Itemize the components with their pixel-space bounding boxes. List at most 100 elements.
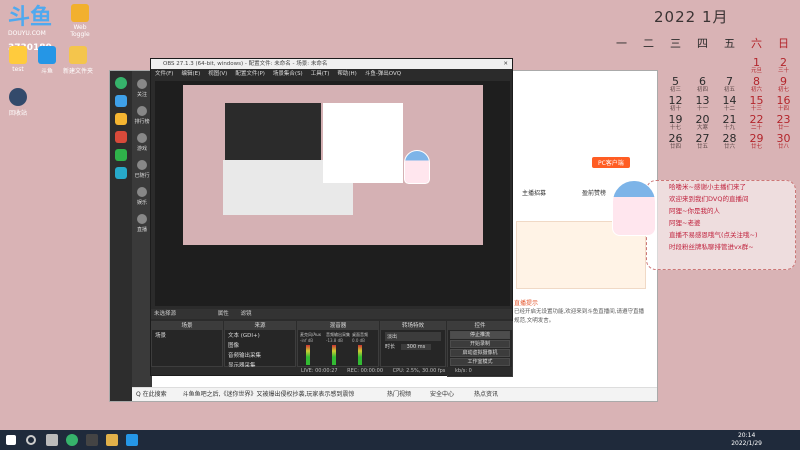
calendar-day: [716, 57, 743, 76]
start-recording-button[interactable]: 开始录制: [450, 340, 510, 348]
calendar-day[interactable]: 16 十四: [770, 95, 797, 114]
calendar-day: [662, 152, 689, 171]
calendar-day[interactable]: 12 初十: [662, 95, 689, 114]
calendar-day[interactable]: 29 廿七: [743, 133, 770, 152]
notice-title: 直播提示: [514, 300, 539, 307]
task-view-icon[interactable]: [46, 434, 58, 446]
calendar-day[interactable]: 19 十七: [662, 114, 689, 133]
search-icon[interactable]: [26, 435, 36, 445]
news-ticker[interactable]: 斗鱼鱼吧之后,《迷你世界》又被爆出侵权抄袭,玩家表示感到震惊: [183, 391, 355, 398]
calendar-day[interactable]: 15 十三: [743, 95, 770, 114]
calendar-lunar-date: 十四: [777, 106, 789, 112]
calendar-day[interactable]: 5 初三: [662, 76, 689, 95]
sidebar-item-live[interactable]: 直播: [132, 214, 152, 233]
properties-button[interactable]: 属性: [218, 311, 229, 317]
transition-duration-row: 时长 300 ms: [385, 343, 441, 350]
desktop-icon-web-toggle[interactable]: Web Toggle: [63, 4, 97, 38]
obs-preview[interactable]: [155, 81, 510, 306]
virtual-camera-button[interactable]: 启动虚拟摄像机: [450, 349, 510, 357]
search-hint[interactable]: Q 在此搜索: [136, 391, 167, 398]
source-item[interactable]: 音频输出采集: [225, 350, 295, 360]
menu-douyu[interactable]: 斗鱼-弹出OVQ: [365, 69, 401, 79]
sidebar-item-follow[interactable]: 关注: [132, 79, 152, 98]
source-item[interactable]: 图像: [225, 340, 295, 350]
calendar-day[interactable]: 21 十九: [716, 114, 743, 133]
status-item[interactable]: 热点资讯: [474, 388, 498, 401]
app-icon[interactable]: [115, 113, 127, 125]
preview-desktop-capture: [183, 85, 483, 245]
app-icon[interactable]: [115, 149, 127, 161]
calendar-day[interactable]: 14 十二: [716, 95, 743, 114]
desktop-icon-label: 新建文件夹: [62, 68, 93, 75]
clock[interactable]: 20:14 2022/1/29: [731, 432, 762, 448]
desktop-icon-recycle-bin[interactable]: 回收站: [1, 88, 35, 117]
status-item[interactable]: 安全中心: [430, 388, 454, 401]
obs-window[interactable]: OBS 27.1.3 (64-bit, windows) - 配置文件: 未命名…: [150, 58, 513, 377]
taskbar-app-icon[interactable]: [66, 434, 78, 446]
menu-tools[interactable]: 工具(T): [311, 69, 330, 79]
transition-duration-input[interactable]: 300 ms: [400, 344, 432, 350]
pc-client-badge[interactable]: PC客户端: [592, 157, 630, 168]
menu-view[interactable]: 视图(V): [208, 69, 227, 79]
calendar-lunar-date: 二十: [750, 125, 762, 131]
menu-profile[interactable]: 配置文件(P): [235, 69, 265, 79]
calendar-day[interactable]: 20 大寒: [689, 114, 716, 133]
menu-edit[interactable]: 编辑(E): [181, 69, 200, 79]
stop-streaming-button[interactable]: 停止推流: [450, 331, 510, 339]
menu-file[interactable]: 文件(F): [155, 69, 173, 79]
calendar-day[interactable]: 27 廿五: [689, 133, 716, 152]
menu-scene-collection[interactable]: 场景集合(S): [273, 69, 303, 79]
calendar-day[interactable]: 1 元旦: [743, 57, 770, 76]
calendar-weekday: 六: [751, 37, 762, 50]
app-icon[interactable]: [115, 77, 127, 89]
anchor-recruit[interactable]: 主播招募: [522, 188, 546, 197]
studio-mode-button[interactable]: 工作室模式: [450, 358, 510, 366]
taskbar-app-icon[interactable]: [126, 434, 138, 446]
calendar-day[interactable]: 2 三十: [770, 57, 797, 76]
scene-item[interactable]: 场景: [152, 330, 222, 340]
calendar-day[interactable]: 28 廿六: [716, 133, 743, 152]
overlay-line: 时段粉丝牌私聊排管进vx群~: [669, 243, 754, 251]
calendar-day[interactable]: 7 初五: [716, 76, 743, 95]
taskbar-app-icon[interactable]: [86, 434, 98, 446]
calendar-lunar-date: 初十: [669, 106, 681, 112]
calendar-day[interactable]: 13 十一: [689, 95, 716, 114]
sidebar-item-fun[interactable]: 娱乐: [132, 187, 152, 206]
sidebar-item-game[interactable]: 游戏: [132, 133, 152, 152]
menu-help[interactable]: 帮助(H): [337, 69, 356, 79]
sidebar-item-recent[interactable]: 已随行: [132, 160, 152, 179]
calendar-title: 2022 1月: [654, 8, 729, 26]
clock-date: 2022/1/29: [731, 440, 762, 447]
app-icon[interactable]: [115, 95, 127, 107]
app-icon[interactable]: [115, 131, 127, 143]
taskbar-app-icon[interactable]: [106, 434, 118, 446]
app-icon[interactable]: [115, 167, 127, 179]
calendar-day[interactable]: 26 廿四: [662, 133, 689, 152]
calendar-day[interactable]: 30 廿八: [770, 133, 797, 152]
douyu-logo-text: 斗鱼: [8, 5, 53, 30]
calendar-day[interactable]: 8 初六: [743, 76, 770, 95]
calendar-lunar-date: 十二: [723, 106, 735, 112]
desktop-icon-douyu[interactable]: 斗鱼: [30, 46, 64, 75]
filters-button[interactable]: 滤镜: [241, 311, 252, 317]
taskbar: 20:14 2022/1/29: [0, 430, 800, 450]
windows-start-icon[interactable]: [6, 435, 16, 445]
desktop-icon-new-folder[interactable]: 新建文件夹: [61, 46, 95, 75]
scenes-dock-title: 场景: [152, 322, 222, 330]
transition-select[interactable]: 淡出: [385, 332, 441, 341]
scenes-dock: 场景 场景: [151, 321, 223, 367]
source-item[interactable]: 文本 (GDI+): [225, 330, 295, 340]
calendar-lunar-date: 廿四: [669, 144, 681, 150]
rank-label[interactable]: 盈前赞榜: [582, 188, 606, 197]
desktop-icon-label: test: [12, 66, 24, 73]
status-item[interactable]: 热门视频: [387, 388, 411, 401]
close-icon[interactable]: ✕: [503, 59, 508, 69]
calendar-day[interactable]: 9 初七: [770, 76, 797, 95]
calendar-day[interactable]: 22 二十: [743, 114, 770, 133]
mixer-dock-title: 混音器: [298, 322, 378, 330]
sidebar-item-rank[interactable]: 排行榜: [132, 106, 152, 125]
overlay-line: 欢迎来到我们DVQ的直播间: [669, 195, 749, 203]
calendar-day[interactable]: 6 初四: [689, 76, 716, 95]
clock-icon: [137, 160, 147, 170]
calendar-day[interactable]: 23 廿一: [770, 114, 797, 133]
